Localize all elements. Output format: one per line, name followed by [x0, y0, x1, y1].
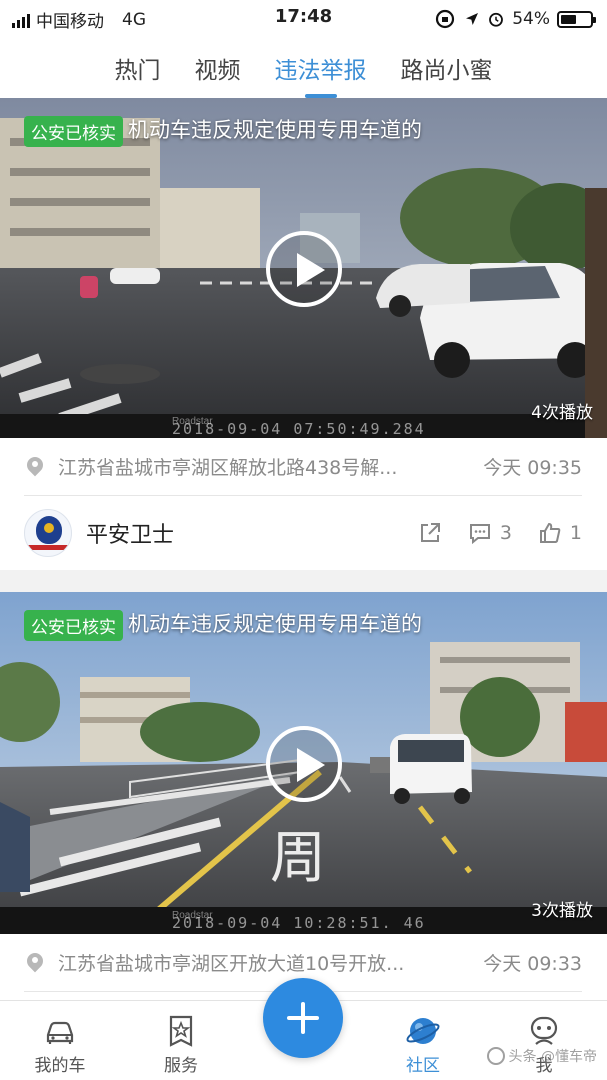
- like-count: 1: [569, 522, 582, 544]
- tab-hot[interactable]: 热门: [115, 34, 161, 98]
- comment-button[interactable]: 3: [468, 521, 512, 545]
- post-title-1[interactable]: 机动车违反规定使用专用车道的: [128, 114, 422, 144]
- watermark-text: 头条 @懂车帝: [508, 1049, 597, 1065]
- share-button[interactable]: [418, 521, 442, 545]
- video-timestamp-2: 2018-09-04 10:28:51. 46: [172, 914, 426, 932]
- nav-label-service: 服务: [164, 1056, 198, 1076]
- nav-service[interactable]: 服务: [136, 1013, 226, 1076]
- service-icon: [169, 1015, 193, 1047]
- profile-icon: [530, 1016, 558, 1045]
- verified-badge-2: 公安已核实: [24, 610, 123, 641]
- location-row-1[interactable]: 江苏省盐城市亭湖区解放北路438号解... 今天 09:35: [24, 438, 582, 496]
- top-tabs: 热门 视频 违法举报 路尚小蜜: [0, 34, 607, 98]
- battery-icon: [557, 10, 596, 28]
- post-title-2[interactable]: 机动车违反规定使用专用车道的: [128, 608, 422, 638]
- share-icon: [420, 523, 440, 542]
- play-count-2: 3次播放: [531, 901, 593, 921]
- like-button[interactable]: 1: [538, 521, 582, 545]
- post-card-2: 周 Roadstar 2018-09-04 10:28:51. 46 公安已核实…: [0, 592, 607, 1000]
- alarm-icon: [489, 12, 504, 27]
- location-text-2: 江苏省盐城市亭湖区开放大道10号开放...: [58, 953, 405, 975]
- car-icon: [46, 1021, 74, 1044]
- tab-violation-report[interactable]: 违法举报: [275, 34, 367, 98]
- comment-count: 3: [499, 522, 512, 544]
- nav-me[interactable]: 我: [499, 1013, 589, 1076]
- avatar[interactable]: [24, 509, 72, 557]
- location-text-1: 江苏省盐城市亭湖区解放北路438号解...: [58, 457, 398, 479]
- tab-lushang-assistant[interactable]: 路尚小蜜: [401, 34, 493, 98]
- card-separator: [0, 570, 607, 592]
- nav-my-car[interactable]: 我的车: [15, 1013, 105, 1076]
- comment-icon: [469, 524, 490, 545]
- post-time-2: 今天 09:33: [483, 953, 582, 975]
- nav-label-my-car: 我的车: [34, 1056, 86, 1076]
- status-right: 54%: [433, 7, 596, 31]
- rotation-lock-icon: [436, 9, 455, 29]
- user-row-1: 平安卫士 3 1: [24, 496, 582, 570]
- battery-fill: [561, 14, 577, 24]
- planet-icon: [406, 1018, 440, 1044]
- video-timestamp-1: 2018-09-04 07:50:49.284: [172, 420, 426, 438]
- watermark-logo-icon: [486, 1047, 505, 1065]
- post-card-1: Roadstar 2018-09-04 07:50:49.284 公安已核实 机…: [0, 98, 607, 570]
- play-count-1: 4次播放: [531, 403, 593, 423]
- play-button-1[interactable]: [266, 231, 342, 307]
- location-arrow-icon: [466, 13, 479, 25]
- play-button-2[interactable]: [266, 726, 342, 802]
- avatar-band: [25, 545, 71, 550]
- location-pin-icon: [24, 952, 46, 974]
- nav-label-community: 社区: [406, 1056, 440, 1076]
- police-emblem-icon: [36, 516, 62, 544]
- username[interactable]: 平安卫士: [86, 517, 392, 549]
- add-post-button[interactable]: [263, 978, 343, 1058]
- tab-video[interactable]: 视频: [195, 34, 241, 98]
- verified-badge-1: 公安已核实: [24, 116, 123, 147]
- road-marking-text: 周: [270, 826, 326, 891]
- status-bar: 中国移动 4G 17:48 54%: [0, 0, 607, 34]
- thumbs-up-icon: [539, 522, 561, 543]
- post-time-1: 今天 09:35: [483, 457, 582, 479]
- nav-community[interactable]: 社区: [378, 1013, 468, 1076]
- battery-percent: 54%: [512, 9, 550, 29]
- watermark: 头条 @懂车帝: [486, 1046, 597, 1066]
- location-pin-icon: [24, 456, 46, 478]
